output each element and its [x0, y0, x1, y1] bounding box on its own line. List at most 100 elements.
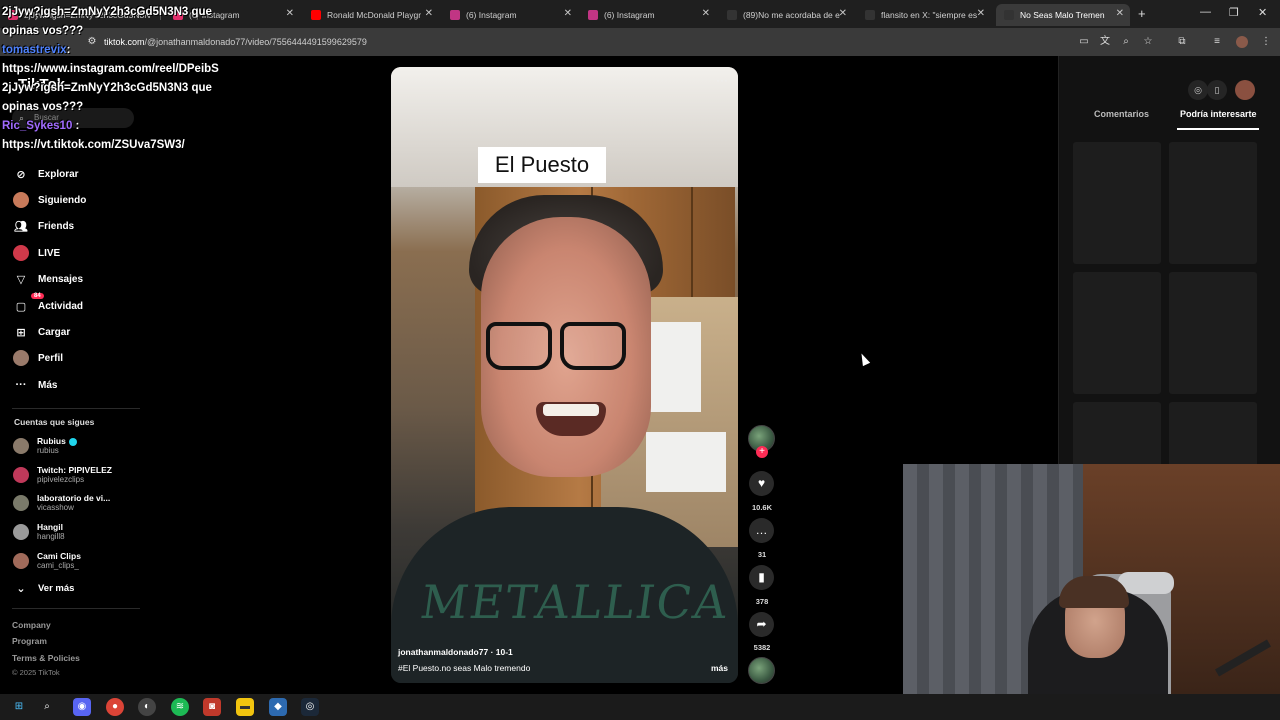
sidebar-item-cargar[interactable]: ⊞ Cargar — [12, 322, 70, 342]
save-count: 378 — [755, 597, 769, 606]
spotify-icon[interactable]: ≋ — [171, 698, 189, 716]
window-close-icon[interactable]: ✕ — [1258, 6, 1267, 19]
tab-suggested[interactable]: Podría interesarte — [1180, 109, 1257, 119]
browser-menu-icon[interactable]: ⋮ — [1260, 36, 1272, 48]
following-item-vicasshow[interactable]: laboratorio de vi... vicasshow — [13, 491, 110, 515]
close-icon[interactable]: ✕ — [1116, 8, 1124, 19]
music-disc-icon[interactable] — [748, 657, 775, 684]
webcam-scene — [1059, 576, 1129, 608]
sidebar-item-mensajes[interactable]: ▽ Mensajes — [12, 269, 83, 289]
cast-icon[interactable]: ▭ — [1078, 36, 1090, 48]
discord-icon[interactable]: ◉ — [73, 698, 91, 716]
tab-comments[interactable]: Comentarios — [1094, 109, 1149, 119]
avatar — [13, 495, 29, 511]
following-item-rubius[interactable]: Rubius rubius — [13, 434, 77, 458]
sidebar-item-actividad[interactable]: ▢ 84 Actividad — [12, 293, 83, 316]
browser-tab-5[interactable]: (89)No me acordaba de e ✕ — [719, 4, 853, 26]
app-icon[interactable]: ◆ — [269, 698, 287, 716]
windows-start-icon[interactable]: ⊞ — [10, 698, 28, 716]
video-scene — [646, 432, 726, 492]
browser-tab-7[interactable]: No Seas Malo Tremen ✕ — [996, 4, 1130, 26]
chrome-icon[interactable]: ● — [106, 698, 124, 716]
sidebar-divider — [12, 608, 140, 609]
notification-badge: 84 — [31, 293, 44, 299]
video-menu-icon[interactable]: ··· — [716, 73, 728, 87]
chat-username: Ric_Sykes10 — [2, 120, 73, 132]
translate-icon[interactable]: 文 — [1099, 36, 1111, 48]
video-scene — [486, 322, 552, 370]
minimize-icon[interactable]: — — [1200, 6, 1211, 18]
x-icon — [865, 10, 875, 20]
suggested-video-tile[interactable] — [1169, 272, 1257, 394]
following-item-pipivelez[interactable]: Twitch: PIPIVELEZ pipivelezclips — [13, 463, 112, 487]
screen: { "browser": { "tabs": [ {"label": "2jJy… — [0, 0, 1280, 720]
more-icon: ··· — [15, 379, 27, 391]
chevron-down-icon: ⌄ — [16, 582, 26, 595]
share-icon[interactable]: ➦ — [749, 612, 774, 637]
steam-icon[interactable]: ◎ — [301, 698, 319, 716]
browser-tab-4[interactable]: (6) Instagram ✕ — [580, 4, 716, 26]
video-overlay-title: El Puesto — [478, 147, 606, 183]
device-icon[interactable]: ▯ — [1207, 80, 1227, 100]
footer-link-company[interactable]: Company — [12, 620, 51, 630]
following-section-title: Cuentas que sigues — [14, 417, 95, 427]
heart-icon[interactable]: ♥ — [749, 471, 774, 496]
youtube-icon — [311, 10, 321, 20]
taskbar: ⊞ ⌕ ◉ ● ◐ ≋ ◙ ▬ ◆ ◎ — [0, 694, 1280, 720]
maximize-icon[interactable]: ❐ — [1229, 6, 1239, 19]
zoom-icon[interactable]: ⌕ — [1120, 36, 1132, 48]
suggested-video-tile[interactable] — [1169, 142, 1257, 264]
upload-icon: ⊞ — [16, 326, 26, 339]
see-more-button[interactable]: ⌄ Ver más — [12, 578, 74, 598]
close-icon[interactable]: ✕ — [564, 8, 572, 19]
close-icon[interactable]: ✕ — [977, 8, 985, 19]
footer-link-program[interactable]: Program — [12, 636, 47, 646]
sidebar-item-live[interactable]: LIVE — [12, 243, 60, 263]
video-author[interactable]: jonathanmaldonado77 · 10-1 — [398, 647, 513, 657]
follow-plus-icon[interactable]: + — [756, 446, 768, 458]
activity-icon: ▢ 84 — [12, 293, 44, 315]
sidebar-item-friends[interactable]: 👥︎ Friends — [12, 216, 74, 236]
sidebar-item-siguiendo[interactable]: Siguiendo — [12, 190, 86, 210]
video-scene — [543, 404, 599, 416]
profile-icon — [12, 349, 30, 367]
browser-tab-2[interactable]: Ronald McDonald Playgr ✕ — [303, 4, 439, 26]
share-count: 5382 — [753, 643, 771, 652]
instagram-icon — [588, 10, 598, 20]
close-icon[interactable]: ✕ — [286, 8, 294, 19]
profile-avatar-icon[interactable] — [1236, 36, 1248, 48]
user-avatar[interactable] — [1235, 80, 1255, 100]
messages-icon: ▽ — [16, 273, 26, 286]
sidebar-item-explorar[interactable]: ⊘ Explorar — [12, 164, 78, 184]
like-count: 10.6K — [751, 503, 772, 512]
search-icon[interactable]: ⌕ — [38, 698, 56, 716]
footer-link-terms[interactable]: Terms & Policies — [12, 653, 80, 663]
verified-icon — [68, 437, 77, 446]
sidebar-item-perfil[interactable]: Perfil — [12, 348, 63, 368]
following-item-hangil[interactable]: Hangil hangill8 — [13, 520, 65, 544]
more-link[interactable]: más — [711, 663, 728, 673]
browser-tab-6[interactable]: flansito en X: "siempre es ✕ — [857, 4, 991, 26]
sidebar-item-mas[interactable]: ··· Más — [12, 375, 58, 395]
close-icon[interactable]: ✕ — [839, 8, 847, 19]
extensions-icon[interactable]: ⧉ — [1176, 36, 1188, 48]
friends-icon: 👥︎ — [14, 220, 28, 233]
suggested-video-tile[interactable] — [1073, 142, 1161, 264]
tiktok-icon — [1004, 10, 1014, 20]
new-tab-button[interactable]: + — [1138, 6, 1146, 21]
close-icon[interactable]: ✕ — [702, 8, 710, 19]
suggested-video-tile[interactable] — [1073, 272, 1161, 394]
obs-icon[interactable]: ◐ — [138, 698, 156, 716]
close-icon[interactable]: ✕ — [425, 8, 433, 19]
bookmark-icon[interactable]: ▮ — [749, 565, 774, 590]
browser-tab-3[interactable]: (6) Instagram ✕ — [442, 4, 578, 26]
media-control-icon[interactable]: ≡ — [1211, 36, 1223, 48]
avatar — [13, 553, 29, 569]
voicemod-icon[interactable]: ◙ — [203, 698, 221, 716]
coins-icon[interactable]: ◎ — [1188, 80, 1208, 100]
comment-icon[interactable]: … — [749, 518, 774, 543]
video-player[interactable]: METALLICA El Puesto ··· jonathanmaldonad… — [391, 67, 738, 683]
bookmark-star-icon[interactable]: ☆ — [1142, 36, 1154, 48]
following-item-cami-clips[interactable]: Cami Clips cami_clips_ — [13, 549, 81, 573]
file-explorer-icon[interactable]: ▬ — [236, 698, 254, 716]
